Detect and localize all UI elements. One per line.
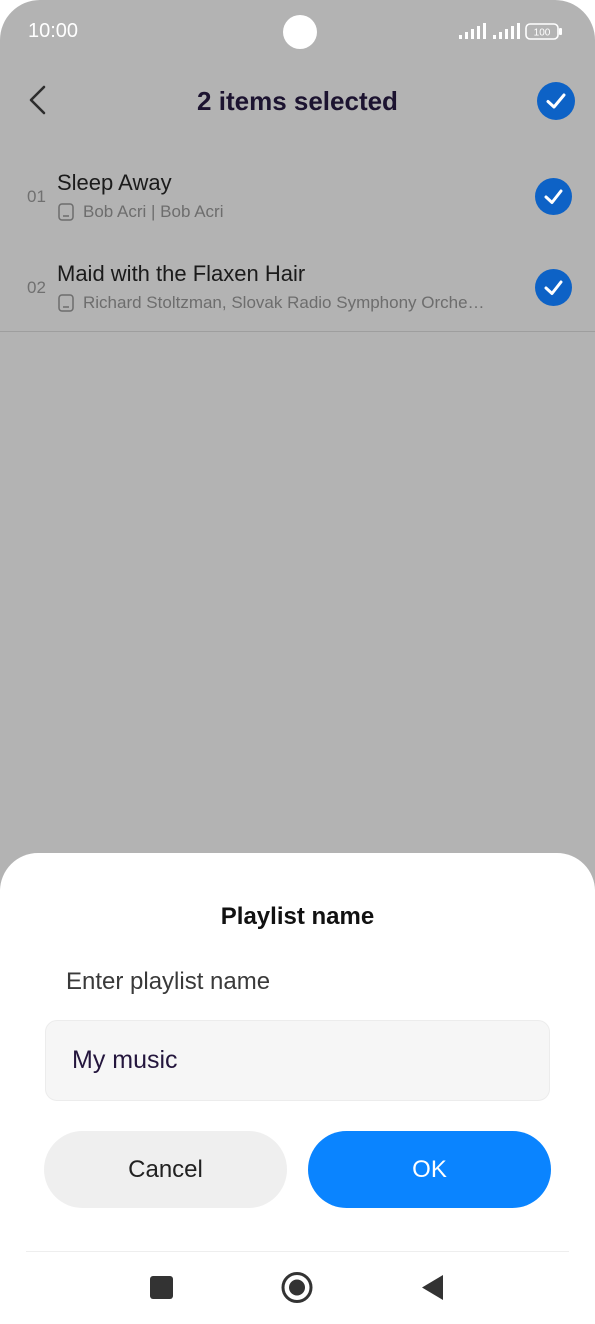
song-artist: Richard Stoltzman, Slovak Radio Symphony… bbox=[83, 293, 485, 312]
action-header: 2 items selected bbox=[0, 70, 595, 134]
playlist-name-input[interactable] bbox=[45, 1020, 550, 1101]
dialog-title: Playlist name bbox=[220, 903, 375, 930]
square-icon bbox=[150, 1276, 173, 1299]
list-item[interactable]: 01 Sleep Away Bob Acri | Bob Acri bbox=[0, 150, 595, 241]
song-list: 01 Sleep Away Bob Acri | Bob Acri 02 Mai… bbox=[0, 150, 595, 332]
song-subtitle: Richard Stoltzman, Slovak Radio Symphony… bbox=[57, 293, 485, 313]
check-icon bbox=[544, 280, 563, 295]
dialog-label: Enter playlist name bbox=[66, 968, 271, 995]
home-button[interactable] bbox=[275, 1266, 319, 1310]
triangle-back-icon bbox=[422, 1275, 443, 1300]
recents-button[interactable] bbox=[139, 1266, 183, 1310]
song-artist: Bob Acri | Bob Acri bbox=[83, 202, 224, 221]
list-item[interactable]: 02 Maid with the Flaxen Hair Richard Sto… bbox=[0, 241, 595, 332]
cancel-button[interactable]: Cancel bbox=[44, 1131, 287, 1208]
ok-button[interactable]: OK bbox=[308, 1131, 551, 1208]
phone-storage-icon bbox=[58, 203, 74, 221]
front-camera bbox=[283, 15, 317, 49]
divider bbox=[26, 1251, 569, 1252]
item-select-checkbox[interactable] bbox=[535, 269, 572, 306]
song-title: Sleep Away bbox=[57, 170, 172, 195]
song-title: Maid with the Flaxen Hair bbox=[57, 261, 306, 286]
screen: 10:00 100 2 items selected 01 Sleep Away… bbox=[0, 0, 595, 1324]
song-subtitle: Bob Acri | Bob Acri bbox=[57, 202, 223, 222]
track-number: 01 bbox=[27, 187, 46, 206]
system-nav-bar bbox=[0, 1266, 595, 1310]
signal-icon bbox=[459, 23, 486, 39]
playlist-name-dialog: Playlist name Enter playlist name Cancel… bbox=[0, 853, 595, 1324]
track-number: 02 bbox=[27, 278, 46, 297]
divider bbox=[0, 331, 595, 332]
check-icon bbox=[544, 189, 563, 204]
nav-back-button[interactable] bbox=[410, 1266, 454, 1310]
status-time: 10:00 bbox=[28, 20, 79, 42]
circle-icon bbox=[281, 1272, 313, 1303]
item-select-checkbox[interactable] bbox=[535, 178, 572, 215]
svg-text:100: 100 bbox=[534, 28, 551, 39]
select-all-button[interactable] bbox=[537, 82, 575, 120]
phone-storage-icon bbox=[58, 294, 74, 312]
page-title: 2 items selected bbox=[197, 86, 398, 116]
check-icon bbox=[546, 93, 566, 109]
status-bar: 10:00 100 bbox=[0, 0, 595, 64]
battery-icon: 100 bbox=[525, 23, 562, 40]
signal-icon bbox=[493, 23, 520, 39]
